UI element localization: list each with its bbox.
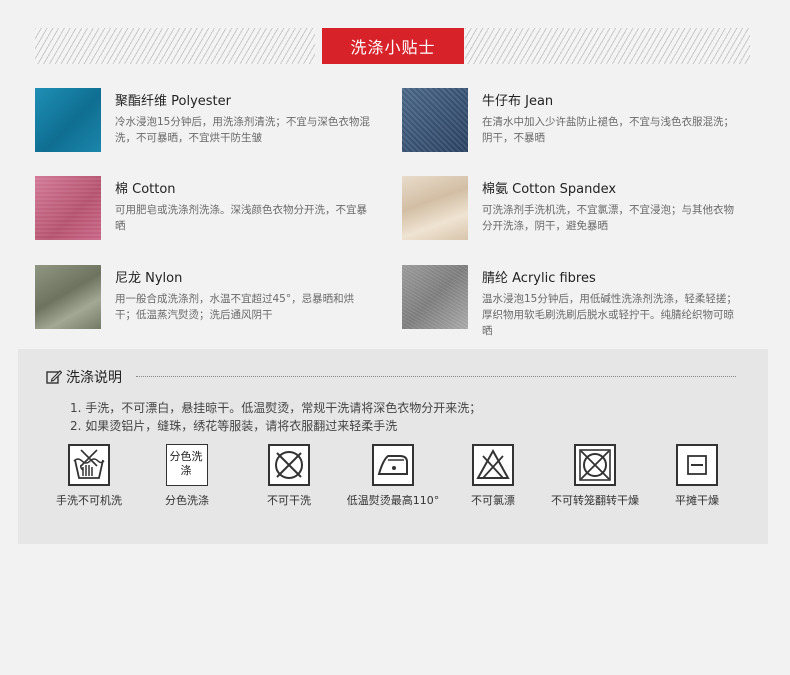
fabric-card-cotton-spandex: 棉氨 Cotton Spandex 可洗涤剂手洗机洗，不宜氯漂，不宜浸泡；与其他… [402,176,742,246]
no-bleach-icon [472,444,514,486]
fabric-swatch-image [402,176,468,240]
care-symbol-label: 手洗不可机洗 [56,494,122,507]
care-symbol-low-iron: 低温熨烫最高110° [338,444,448,514]
care-symbol-label: 平摊干燥 [675,494,719,507]
fabric-name: 棉氨 Cotton Spandex [482,182,617,197]
fabric-description: 在清水中加入少许盐防止褪色，不宜与浅色衣服混洗；阴干，不暴晒 [482,116,734,144]
fabric-card-nylon: 尼龙 Nylon 用一般合成洗涤剂，水温不宜超过45°，忌暴晒和烘干；低温蒸汽熨… [35,265,375,335]
care-symbol-separate-wash: 分色洗涤 分色洗涤 [132,444,242,514]
fabric-description: 冷水浸泡15分钟后，用洗涤剂清洗；不宜与深色衣物混洗，不可暴晒，不宜烘干防生皱 [115,116,370,144]
fabric-name: 牛仔布 Jean [482,94,554,109]
fabric-description: 可洗涤剂手洗机洗，不宜氯漂，不宜浸泡；与其他衣物分开洗涤，阴干，避免暴晒 [482,204,734,232]
care-symbol-label: 不可氯漂 [471,494,515,507]
care-symbol-label: 不可干洗 [267,494,311,507]
no-tumble-dry-icon [574,444,616,486]
care-symbol-flat-dry: 平摊干燥 [642,444,752,514]
fabric-swatch-image [35,88,101,152]
fabric-swatch-image [35,176,101,240]
fabric-description: 用一般合成洗涤剂，水温不宜超过45°，忌暴晒和烘干；低温蒸汽熨烫；洗后通风阴干 [115,293,355,321]
care-symbol-no-dry-clean: 不可干洗 [234,444,344,514]
fabric-swatch-image [402,88,468,152]
no-dry-clean-icon [268,444,310,486]
dotted-divider [136,376,736,377]
instruction-note: 1. 手洗，不可漂白，悬挂晾干。低温熨烫，常规干洗请将深色衣物分开来洗； [70,401,482,415]
header-stripes-right [465,28,750,64]
separate-wash-icon-text: 分色洗涤 [169,450,203,477]
fabric-swatch-image [35,265,101,329]
section-title: 洗涤小贴士 [322,28,464,64]
fabric-card-acrylic: 腈纶 Acrylic fibres 温水浸泡15分钟后，用低碱性洗涤剂洗涤，轻柔… [402,265,742,337]
fabric-swatch-image [402,265,468,329]
fabric-card-cotton: 棉 Cotton 可用肥皂或洗涤剂洗涤。深浅颜色衣物分开洗，不宜暴晒 [35,176,375,246]
fabric-name: 腈纶 Acrylic fibres [482,271,596,286]
fabric-card-jean: 牛仔布 Jean 在清水中加入少许盐防止褪色，不宜与浅色衣服混洗；阴干，不暴晒 [402,88,742,158]
fabric-card-polyester: 聚酯纤维 Polyester 冷水浸泡15分钟后，用洗涤剂清洗；不宜与深色衣物混… [35,88,375,158]
instructions-heading: 洗涤说明 [46,367,122,387]
care-symbol-hand-wash: 手洗不可机洗 [34,444,144,514]
separate-wash-icon: 分色洗涤 [166,444,208,486]
low-iron-icon [372,444,414,486]
washing-instructions-panel: 洗涤说明 1. 手洗，不可漂白，悬挂晾干。低温熨烫，常规干洗请将深色衣物分开来洗… [18,349,768,544]
instructions-title: 洗涤说明 [66,370,122,386]
section-header: 洗涤小贴士 [35,28,750,64]
flat-dry-icon [676,444,718,486]
care-symbol-no-tumble-dry: 不可转笼翻转干燥 [540,444,650,514]
fabric-description: 可用肥皂或洗涤剂洗涤。深浅颜色衣物分开洗，不宜暴晒 [115,204,367,232]
fabric-name: 尼龙 Nylon [115,271,183,286]
care-symbol-label: 不可转笼翻转干燥 [551,494,639,507]
fabric-name: 聚酯纤维 Polyester [115,94,231,109]
fabric-name: 棉 Cotton [115,182,176,197]
care-symbol-label: 分色洗涤 [165,494,209,507]
hand-wash-icon [68,444,110,486]
care-symbol-no-bleach: 不可氯漂 [438,444,548,514]
header-stripes-left [35,28,315,64]
edit-icon [46,370,62,384]
fabric-description: 温水浸泡15分钟后，用低碱性洗涤剂洗涤，轻柔轻搓；厚织物用软毛刷洗刷后脱水或轻拧… [482,293,737,337]
instruction-note: 2. 如果烫铝片，缝珠，绣花等服装，请将衣服翻过来轻柔手洗 [70,419,398,433]
care-symbol-label: 低温熨烫最高110° [346,494,440,507]
